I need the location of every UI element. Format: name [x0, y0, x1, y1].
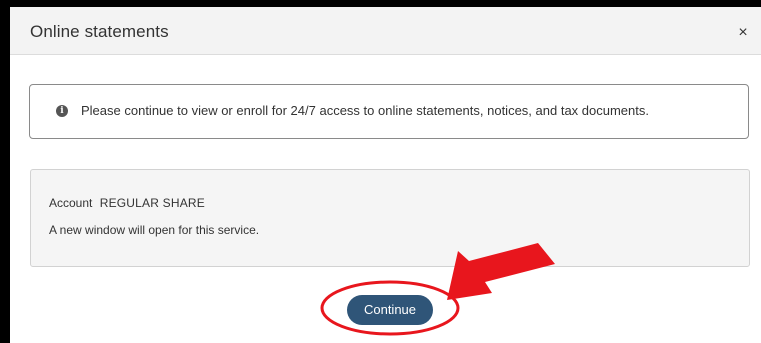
account-label: Account — [49, 196, 93, 210]
continue-button[interactable]: Continue — [347, 295, 433, 325]
info-icon: i — [56, 105, 68, 117]
close-icon[interactable]: × — [734, 24, 752, 42]
account-value: REGULAR SHARE — [99, 196, 205, 210]
info-alert: i Please continue to view or enroll for … — [29, 84, 749, 139]
account-line: Account REGULAR SHARE — [49, 196, 205, 210]
online-statements-dialog: Online statements × i Please continue to… — [10, 7, 761, 343]
dialog-header: Online statements × — [10, 7, 761, 55]
info-message: Please continue to view or enroll for 24… — [81, 103, 649, 118]
new-window-note: A new window will open for this service. — [49, 223, 260, 237]
screenshot-frame: Online statements × i Please continue to… — [0, 0, 761, 343]
account-panel: Account REGULAR SHARE A new window will … — [30, 169, 750, 267]
dialog-title: Online statements — [30, 22, 169, 41]
